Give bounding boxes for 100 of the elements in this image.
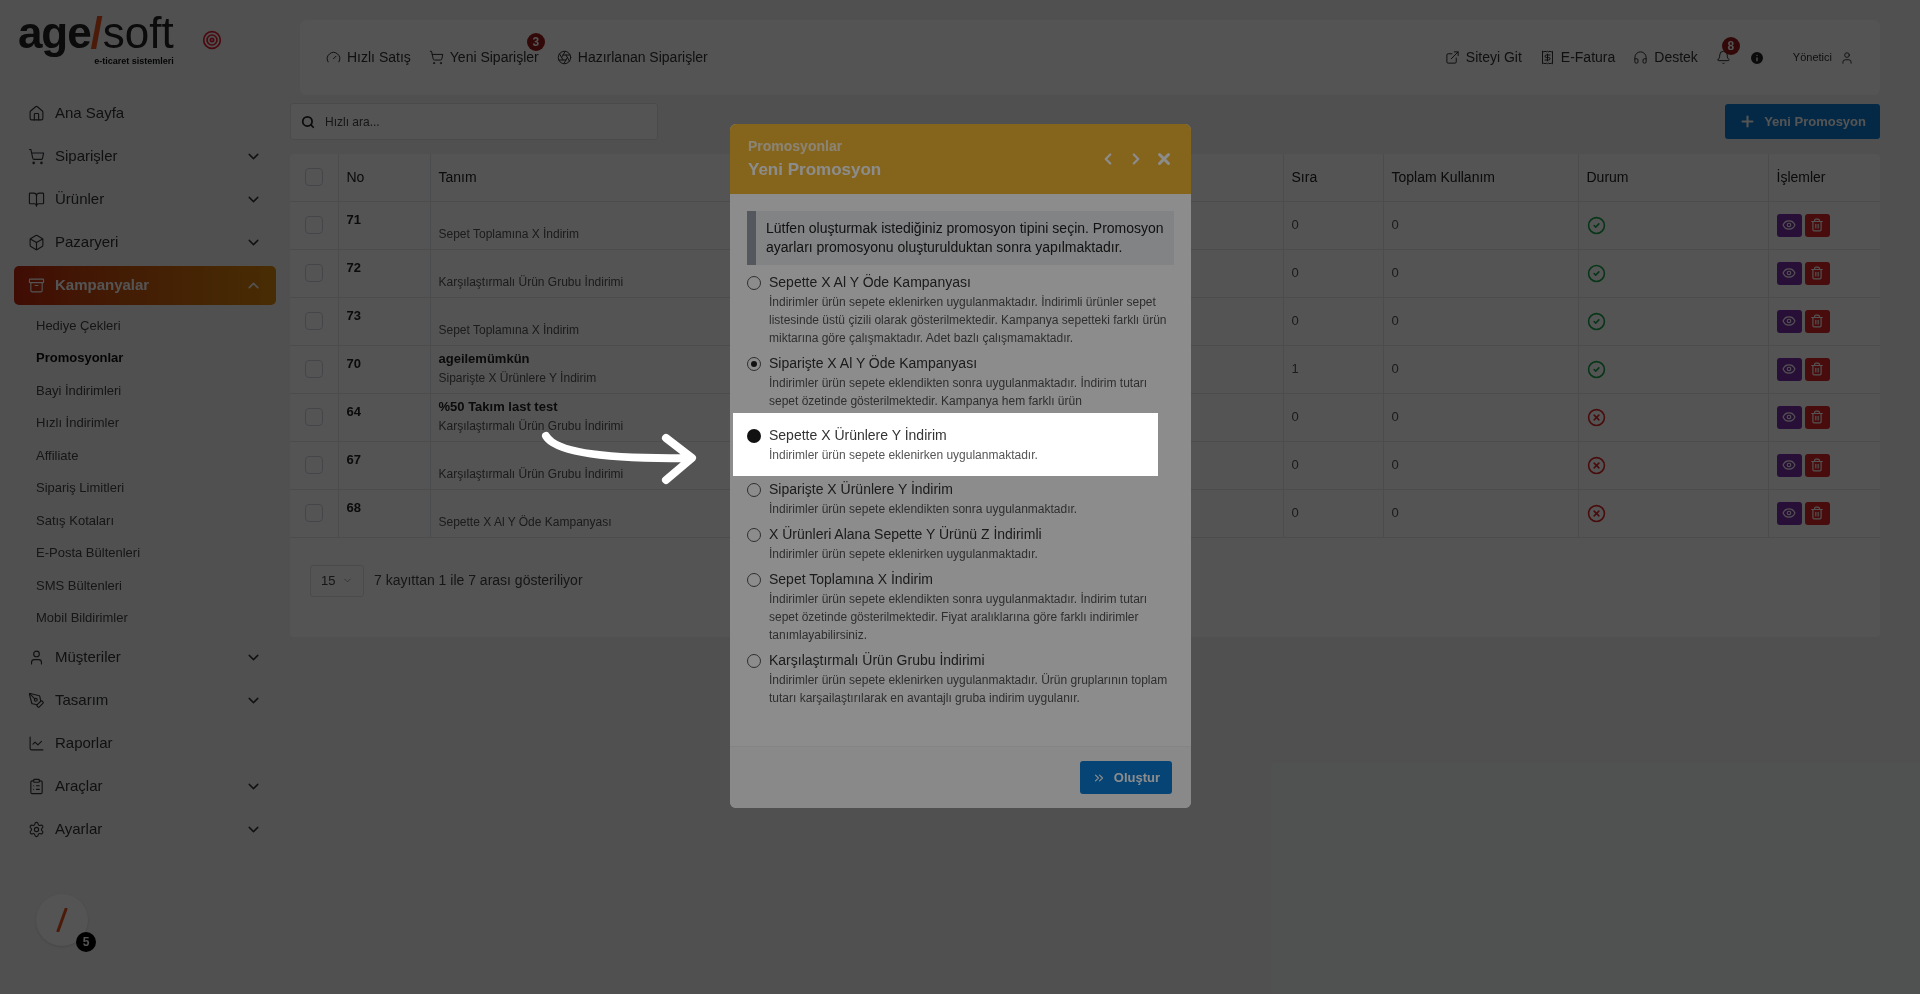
highlighted-option[interactable]: Sepette X Ürünlere Y İndirim İndirimler ürün sepete eklenirken uygulanmaktadır.	[733, 413, 1158, 476]
delete-button[interactable]	[1804, 501, 1830, 525]
table-cell: 0	[1291, 265, 1299, 281]
top-link[interactable]: Siteyi Git	[1444, 47, 1522, 68]
promotion-option[interactable]: Siparişte X Ürünlere Y İndirim İndirimler ürün sepete eklendikten sonra uygulanmaktadır.	[747, 476, 1174, 521]
view-button[interactable]	[1776, 357, 1802, 381]
count-badge: 8	[1721, 37, 1740, 55]
view-button[interactable]	[1776, 501, 1802, 525]
sidebar-item[interactable]: Müşteriler	[14, 638, 276, 677]
table-cell: 0	[1391, 505, 1399, 521]
delete-button[interactable]	[1804, 213, 1830, 237]
view-button[interactable]	[1776, 453, 1802, 477]
submenu-item[interactable]: Hızlı İndirimler	[14, 406, 276, 439]
option-title: X Ürünleri Alana Sepette Y Ürünü Z İndirimli	[769, 525, 1042, 544]
promotion-option[interactable]: Karşılaştırmalı Ürün Grubu İndirimi İndirimler ürün sepete eklenirken uygulanmaktadır. Ürün gruplarının toplam tutarı karşailaştırılarak en avantajlı gruba indirim uygulanır.	[747, 647, 1174, 710]
search-box[interactable]: Hızlı ara...	[290, 103, 658, 140]
sidebar-item[interactable]: Kampanyalar	[14, 266, 276, 305]
table-cell: 67	[346, 451, 361, 467]
view-button[interactable]	[1776, 309, 1802, 333]
option-description: İndirimler ürün sepete eklenirken uygulanmaktadır.	[769, 546, 1039, 563]
table-cell: 0	[1291, 217, 1299, 233]
trash-icon	[1810, 410, 1824, 424]
column-header[interactable]: Toplam Kullanım	[1391, 168, 1495, 185]
table-cell: 0	[1391, 457, 1399, 473]
promotion-type: Sepet Toplamına X İndirim	[438, 225, 580, 243]
sidebar-item[interactable]: Araçlar	[14, 767, 276, 806]
sidebar-item[interactable]: Raporlar	[14, 724, 276, 763]
search-icon	[301, 114, 315, 129]
plus-icon	[1739, 113, 1757, 130]
trash-icon	[1810, 218, 1824, 232]
trash-icon	[1810, 266, 1824, 280]
top-link[interactable]: Hızlı Satış	[326, 47, 411, 68]
floating-logo-button[interactable]	[36, 894, 88, 946]
submenu-item[interactable]: Sipariş Limitleri	[14, 471, 276, 504]
top-link[interactable]: Destek	[1633, 47, 1698, 68]
view-button[interactable]	[1776, 405, 1802, 429]
view-button[interactable]	[1776, 261, 1802, 285]
sidebar-item[interactable]: Tasarım	[14, 681, 276, 720]
table-cell: 64	[346, 403, 361, 419]
option-description: İndirimler ürün sepete eklenirken uygulanmaktadır. İndirimli ürünler sepet listesinde üstü çizili olarak gösterilmektedir. Kampanya sepetteki farklı ürün miktarına göre çalışmaktadır. Adet bazlı çalışmamaktadır.	[769, 294, 1168, 347]
column-header[interactable]: Durum	[1586, 168, 1629, 185]
option-description: İndirimler ürün sepete eklenirken uygulanmaktadır.	[769, 447, 1038, 464]
radio-button[interactable]	[747, 429, 761, 443]
close-icon[interactable]	[1155, 150, 1173, 168]
slash-icon	[55, 908, 69, 932]
column-header[interactable]: Sıra	[1291, 168, 1318, 185]
sidebar-item[interactable]: Ayarlar	[14, 810, 276, 849]
trash-icon	[1810, 506, 1824, 520]
column-header[interactable]: No	[346, 168, 365, 185]
modal-breadcrumb[interactable]: Promosyonlar	[748, 135, 1099, 157]
target-icon[interactable]	[201, 30, 222, 50]
submenu-item[interactable]: Affiliate	[14, 439, 276, 472]
submenu-item[interactable]: E-Posta Bültenleri	[14, 536, 276, 569]
option-title: Sepet Toplamına X İndirim	[769, 570, 934, 589]
submenu-item[interactable]: Bayi İndirimleri	[14, 374, 276, 407]
promotion-name: ageilemümkün	[438, 350, 530, 368]
page-size-select[interactable]: 15	[310, 564, 364, 597]
option-description: İndirimler ürün sepete eklendikten sonra uygulanmaktadır.	[769, 501, 1078, 518]
promotion-option[interactable]: Sepet Toplamına X İndirim İndirimler ürün sepete eklendikten sonra uygulanmaktadır. İndirim tutarı sepet özetinde gösterilmektedir. Fiyat aralıklarına göre farklı indirimler tanımlayabilirsiniz.	[747, 566, 1174, 647]
table-cell: 0	[1391, 217, 1399, 233]
option-title: Karşılaştırmalı Ürün Grubu İndirimi	[769, 651, 986, 670]
option-description: İndirimler ürün sepete eklendikten sonra uygulanmaktadır. İndirim tutarı sepet özetinde gösterilmektedir. Fiyat aralıklarına göre farklı indirimler tanımlayabilirsiniz.	[769, 591, 1149, 644]
eye-icon	[1782, 362, 1796, 376]
column-header[interactable]: Tanım	[438, 168, 477, 185]
eye-icon	[1782, 458, 1796, 472]
promotion-option[interactable]: X Ürünleri Alana Sepette Y Ürünü Z İndirimli İndirimler ürün sepete eklenirken uygulanmaktadır.	[747, 521, 1174, 566]
user-menu[interactable]: Yönetici	[1792, 49, 1854, 66]
sidebar-item[interactable]: Ürünler	[14, 180, 276, 219]
column-header[interactable]: İşlemler	[1776, 168, 1826, 185]
new-promotion-button[interactable]: Yeni Promosyon	[1725, 104, 1880, 139]
promotion-option[interactable]: Siparişte X Al Y Öde Kampanyası İndirimler ürün sepete eklendikten sonra uygulanmaktadır. İndirim tutarı sepet özetinde gösterilmektedir. Kampanya hem farklı ürün	[747, 350, 1174, 413]
submenu-item[interactable]: Promosyonlar	[14, 341, 276, 374]
top-link[interactable]: E-Fatura	[1539, 47, 1616, 68]
eye-icon	[1782, 314, 1796, 328]
submenu-item[interactable]: SMS Bültenleri	[14, 569, 276, 602]
create-button[interactable]: Oluştur	[1079, 761, 1172, 794]
top-link[interactable]: Hazırlanan Siparişler	[556, 47, 708, 68]
delete-button[interactable]	[1804, 453, 1830, 477]
count-badge: 3	[526, 33, 545, 51]
table-cell: 70	[346, 355, 361, 371]
submenu-item[interactable]: Satış Kotaları	[14, 504, 276, 537]
sidebar-item[interactable]: Siparişler	[14, 137, 276, 176]
delete-button[interactable]	[1804, 405, 1830, 429]
delete-button[interactable]	[1804, 261, 1830, 285]
submenu-item[interactable]: Mobil Bildirimler	[14, 601, 276, 634]
sidebar-item[interactable]: Pazaryeri	[14, 223, 276, 262]
eye-icon	[1782, 218, 1796, 232]
trash-icon	[1810, 458, 1824, 472]
submenu-item[interactable]: Hediye Çekleri	[14, 309, 276, 342]
delete-button[interactable]	[1804, 309, 1830, 333]
delete-button[interactable]	[1804, 357, 1830, 381]
promotion-type: Karşılaştırmalı Ürün Grubu İndirimi	[438, 273, 624, 291]
view-button[interactable]	[1776, 213, 1802, 237]
table-cell: 0	[1391, 361, 1399, 377]
sidebar-item[interactable]: Ana Sayfa	[14, 94, 276, 133]
bell-icon[interactable]	[1715, 50, 1731, 65]
promotion-type: Karşılaştırmalı Ürün Grubu İndirimi	[438, 465, 624, 483]
option-title: Siparişte X Ürünlere Y İndirim	[769, 480, 954, 499]
search-field[interactable]: Hızlı ara...	[325, 112, 647, 131]
info-icon[interactable]	[1748, 49, 1765, 66]
